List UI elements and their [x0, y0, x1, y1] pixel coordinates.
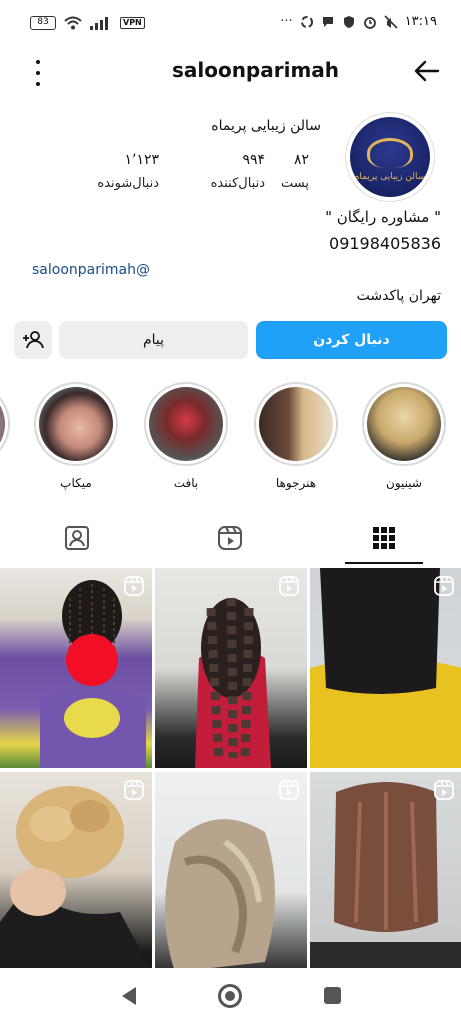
follow-button[interactable]: دنبال کردن [256, 321, 447, 359]
highlight-label: میکاپ [60, 476, 92, 490]
wifi-icon [64, 16, 82, 30]
mute-icon [384, 14, 398, 29]
active-tab-indicator [345, 562, 423, 564]
stat-followers[interactable]: ۹۹۴ دنبال‌کننده [211, 152, 265, 191]
reel-icon [124, 780, 144, 800]
bio-text: " مشاوره رایگان " [325, 208, 441, 226]
stat-followers-label: دنبال‌کننده [210, 176, 265, 191]
post-thumbnail[interactable] [0, 568, 152, 768]
nav-recent-apps-icon[interactable] [324, 987, 341, 1004]
stat-posts[interactable]: ۸۲ پست [281, 152, 309, 191]
curls-shape [195, 597, 271, 768]
signal-icon [90, 17, 108, 30]
vpn-badge: VPN [120, 17, 145, 29]
nav-home-icon[interactable] [218, 984, 242, 1008]
highlight-item[interactable]: بافت [144, 382, 228, 490]
highlight-item[interactable]: میکاپ [34, 382, 118, 490]
system-navigation-bar [0, 968, 461, 1024]
stat-followers-value: ۹۹۴ [242, 152, 265, 168]
highlight-partial[interactable] [0, 382, 10, 466]
bio-location: تهران پاکدشت [356, 288, 441, 304]
stat-posts-label: پست [281, 176, 309, 191]
back-arrow-icon[interactable] [411, 56, 441, 86]
shield-check-icon [343, 15, 354, 28]
stat-following-value: ۱٬۱۲۳ [124, 152, 159, 168]
reel-icon [434, 576, 454, 596]
tagged-icon [65, 526, 89, 550]
profile-header: saloonparimah [0, 50, 461, 96]
avatar[interactable]: سالن زیبایی پریماه [345, 112, 435, 202]
message-icon [322, 16, 333, 27]
highlight-item[interactable]: شینیون [362, 382, 446, 490]
clock: ۱۳:۱۹ [404, 14, 437, 29]
reel-icon [279, 780, 299, 800]
status-right: ··· ۱۳:۱۹ [280, 14, 437, 29]
highlight-label: بافت [173, 476, 199, 490]
avatar-logo-text: سالن زیبایی پریماه [354, 172, 426, 182]
highlight-label: هنرجوها [275, 476, 317, 490]
bob-cut-shape [310, 568, 461, 768]
stat-following-label: دنبال‌شونده [97, 176, 159, 191]
post-thumbnail[interactable] [310, 772, 461, 972]
straight-hair-shape [310, 782, 461, 972]
tab-reels[interactable] [153, 512, 307, 564]
grid-icon [373, 527, 395, 549]
stat-posts-value: ۸۲ [293, 152, 309, 168]
post-thumbnail[interactable] [155, 772, 307, 972]
reel-icon [279, 576, 299, 596]
bio-handle-link[interactable]: saloonparimah@ [32, 262, 150, 278]
post-thumbnail[interactable] [0, 772, 152, 972]
alarm-icon [363, 16, 376, 29]
add-user-icon [23, 331, 44, 349]
header-username: saloonparimah [171, 58, 340, 82]
highlight-label: شینیون [386, 476, 422, 490]
add-user-button[interactable] [14, 321, 52, 359]
avatar-logo: سالن زیبایی پریماه [350, 117, 430, 197]
reels-icon [218, 526, 242, 550]
message-button[interactable]: پیام [59, 321, 248, 359]
post-thumbnail[interactable] [155, 568, 307, 768]
reel-icon [434, 780, 454, 800]
stat-following[interactable]: ۱٬۱۲۳ دنبال‌شونده [97, 152, 159, 191]
tab-grid[interactable] [307, 512, 461, 564]
post-thumbnail[interactable] [310, 568, 461, 768]
updo-shape [0, 786, 152, 972]
status-left: 83 VPN [30, 16, 145, 30]
profile-name: سالن زیبایی پریماه [211, 118, 321, 134]
content-tabs [0, 512, 461, 564]
nav-back-icon[interactable] [120, 986, 138, 1006]
highlight-item[interactable]: هنرجوها [254, 382, 338, 490]
bio-phone[interactable]: 09198405836 [329, 234, 441, 253]
status-bar: 83 VPN ··· ۱۳:۱۹ [0, 0, 461, 48]
sync-icon [300, 15, 313, 28]
more-notifications-icon: ··· [280, 14, 293, 29]
tab-tagged[interactable] [0, 512, 154, 564]
braids-shape [40, 580, 146, 768]
waves-shape [165, 819, 275, 972]
battery-icon: 83 [30, 16, 56, 30]
reel-icon [124, 576, 144, 596]
